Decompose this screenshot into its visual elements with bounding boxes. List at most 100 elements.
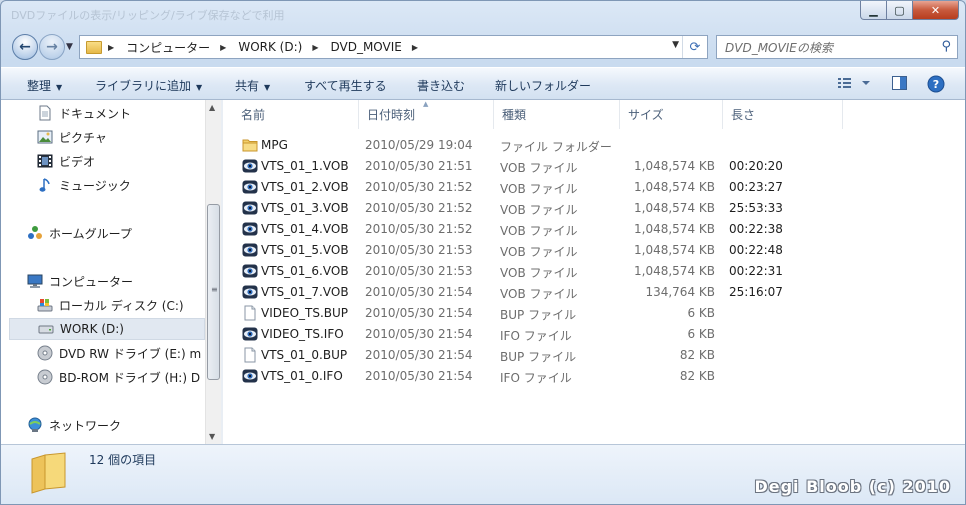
share-button[interactable]: 共有 ▼ bbox=[235, 77, 270, 94]
scrollbar-thumb[interactable]: ≡ bbox=[207, 204, 220, 380]
organize-label: 整理 bbox=[27, 79, 52, 93]
recent-pages-dropdown[interactable]: ▼ bbox=[66, 42, 73, 52]
close-icon: ✕ bbox=[930, 3, 941, 17]
caption-buttons: ▁ ▢ ✕ bbox=[860, 1, 959, 20]
nav-item-network[interactable]: ネットワーク bbox=[27, 414, 121, 436]
file-type: BUP ファイル bbox=[500, 308, 577, 322]
file-row[interactable]: VIDEO_TS.BUP 2010/05/30 21:54 BUP ファイル 6 KB bbox=[223, 303, 783, 324]
file-row[interactable]: VTS_01_6.VOB 2010/05/30 21:53 VOB ファイル 1,04… bbox=[223, 261, 783, 282]
file-name: VIDEO_TS.BUP bbox=[261, 306, 349, 320]
play-all-button[interactable]: すべて再生する bbox=[304, 77, 387, 94]
local-disk-icon bbox=[37, 297, 53, 313]
file-row[interactable]: MPG 2010/05/29 19:04 ファイル フォルダー bbox=[223, 135, 783, 156]
view-options-button[interactable] bbox=[837, 75, 877, 94]
nav-item-label: WORK (D:) bbox=[60, 322, 124, 336]
details-view-icon bbox=[838, 78, 870, 88]
refresh-button[interactable]: ⟳ bbox=[682, 36, 707, 58]
column-header-length[interactable]: 長さ bbox=[723, 100, 843, 129]
file-type: VOB ファイル bbox=[500, 266, 578, 280]
file-row[interactable]: VTS_01_0.IFO 2010/05/30 21:54 IFO ファイル 82 K… bbox=[223, 366, 783, 387]
file-row[interactable]: VTS_01_5.VOB 2010/05/30 21:53 VOB ファイル 1,04… bbox=[223, 240, 783, 261]
nav-item-computer[interactable]: コンピューター bbox=[27, 270, 133, 292]
add-to-library-label: ライブラリに追加 bbox=[95, 79, 192, 93]
file-row[interactable]: VTS_01_4.VOB 2010/05/30 21:52 VOB ファイル 1,04… bbox=[223, 219, 783, 240]
nav-item-documents[interactable]: ドキュメント bbox=[37, 102, 131, 124]
file-type: VOB ファイル bbox=[500, 224, 578, 238]
nav-item-label: ミュージック bbox=[59, 178, 131, 193]
minimize-icon: ▁ bbox=[869, 3, 878, 17]
file-row[interactable]: VTS_01_1.VOB 2010/05/30 21:51 VOB ファイル 1,04… bbox=[223, 156, 783, 177]
dropdown-arrow-icon: ▼ bbox=[56, 83, 63, 92]
new-folder-button[interactable]: 新しいフォルダー bbox=[495, 77, 591, 94]
address-bar[interactable]: ▶ コンピューター ▶ WORK (D:) ▶ DVD_MOVIE ▶ ▼ ⟳ bbox=[79, 35, 708, 59]
homegroup-icon bbox=[27, 225, 43, 241]
nav-item-label: コンピューター bbox=[49, 274, 134, 289]
close-button[interactable]: ✕ bbox=[913, 1, 959, 20]
title-bar[interactable]: DVDファイルの表示/リッピング/ライブ保存などで利用 ▁ ▢ ✕ bbox=[1, 1, 965, 29]
breadcrumb-root-arrow[interactable]: ▶ bbox=[106, 43, 122, 52]
nav-item-homegroup[interactable]: ホームグループ bbox=[27, 222, 132, 244]
file-size: 82 KB bbox=[679, 348, 715, 362]
bd-drive-icon bbox=[37, 369, 53, 385]
file-row[interactable]: VTS_01_0.BUP 2010/05/30 21:54 BUP ファイル 82 K… bbox=[223, 345, 783, 366]
preview-pane-icon bbox=[892, 76, 907, 90]
file-size: 1,048,574 KB bbox=[634, 222, 715, 236]
column-header-label: サイズ bbox=[628, 108, 664, 122]
file-type: IFO ファイル bbox=[500, 329, 572, 343]
refresh-icon: ⟳ bbox=[689, 39, 701, 55]
pictures-icon bbox=[37, 129, 53, 145]
search-input[interactable] bbox=[723, 37, 927, 59]
nav-item-bd-rom-h[interactable]: BD-ROM ドライブ (H:) D bbox=[37, 366, 200, 388]
preview-pane-button[interactable] bbox=[891, 75, 909, 94]
breadcrumb-label: DVD_MOVIE bbox=[330, 40, 402, 54]
file-row[interactable]: VIDEO_TS.IFO 2010/05/30 21:54 IFO ファイル 6 KB bbox=[223, 324, 783, 345]
nav-item-pictures[interactable]: ピクチャ bbox=[37, 126, 107, 148]
search-icon[interactable]: ⚲ bbox=[941, 39, 951, 54]
file-size: 1,048,574 KB bbox=[634, 264, 715, 278]
forward-button[interactable]: → bbox=[39, 34, 65, 60]
nav-item-dvd-rw-e[interactable]: DVD RW ドライブ (E:) m bbox=[37, 342, 201, 364]
folder-icon bbox=[242, 137, 258, 153]
column-header-size[interactable]: サイズ bbox=[620, 100, 723, 129]
chevron-right-icon: ▶ bbox=[108, 42, 115, 52]
file-row[interactable]: VTS_01_3.VOB 2010/05/30 21:52 VOB ファイル 1,04… bbox=[223, 198, 783, 219]
add-to-library-button[interactable]: ライブラリに追加 ▼ bbox=[95, 77, 202, 94]
minimize-button[interactable]: ▁ bbox=[860, 1, 887, 20]
nav-item-local-disk-c[interactable]: ローカル ディスク (C:) bbox=[37, 294, 184, 316]
column-header-name[interactable]: 名前 bbox=[233, 100, 359, 129]
nav-item-label: ピクチャ bbox=[59, 130, 107, 145]
address-history-dropdown[interactable]: ▼ bbox=[672, 40, 679, 50]
file-date: 2010/05/30 21:53 bbox=[365, 243, 473, 257]
scroll-up-arrow-icon[interactable]: ▲ bbox=[209, 103, 215, 112]
nav-item-videos[interactable]: ビデオ bbox=[37, 150, 95, 172]
file-name: VTS_01_1.VOB bbox=[261, 159, 349, 173]
nav-item-music[interactable]: ミュージック bbox=[37, 174, 131, 196]
nav-item-work-d[interactable]: WORK (D:) bbox=[9, 318, 205, 340]
burn-button[interactable]: 書き込む bbox=[417, 77, 465, 94]
file-type: VOB ファイル bbox=[500, 203, 578, 217]
back-button[interactable]: ← bbox=[12, 34, 38, 60]
file-name: VTS_01_0.BUP bbox=[261, 348, 348, 362]
organize-button[interactable]: 整理 ▼ bbox=[27, 77, 62, 94]
file-row[interactable]: VTS_01_2.VOB 2010/05/30 21:52 VOB ファイル 1,04… bbox=[223, 177, 783, 198]
breadcrumb-computer[interactable]: コンピューター ▶ bbox=[126, 39, 234, 56]
help-button[interactable]: ? bbox=[927, 75, 945, 96]
explorer-window: DVDファイルの表示/リッピング/ライブ保存などで利用 ▁ ▢ ✕ ← → ▼ … bbox=[0, 0, 966, 505]
breadcrumb-dvd-movie[interactable]: DVD_MOVIE ▶ bbox=[330, 40, 426, 54]
column-header-label: 長さ bbox=[731, 108, 756, 122]
file-row[interactable]: VTS_01_7.VOB 2010/05/30 21:54 VOB ファイル 134,… bbox=[223, 282, 783, 303]
navigation-scrollbar[interactable]: ▲ ≡ ▼ bbox=[205, 100, 221, 444]
maximize-button[interactable]: ▢ bbox=[887, 1, 913, 20]
media-file-icon bbox=[242, 242, 258, 258]
file-date: 2010/05/30 21:52 bbox=[365, 180, 473, 194]
breadcrumb-work-drive[interactable]: WORK (D:) ▶ bbox=[238, 40, 326, 54]
scroll-down-arrow-icon[interactable]: ▼ bbox=[209, 432, 215, 441]
nav-item-label: ローカル ディスク (C:) bbox=[59, 298, 184, 313]
file-type: ファイル フォルダー bbox=[500, 140, 612, 154]
file-size: 6 KB bbox=[687, 327, 715, 341]
file-type: VOB ファイル bbox=[500, 245, 578, 259]
file-size: 1,048,574 KB bbox=[634, 180, 715, 194]
svg-text:?: ? bbox=[933, 78, 939, 91]
column-header-type[interactable]: 種類 bbox=[494, 100, 620, 129]
media-file-icon bbox=[242, 284, 258, 300]
